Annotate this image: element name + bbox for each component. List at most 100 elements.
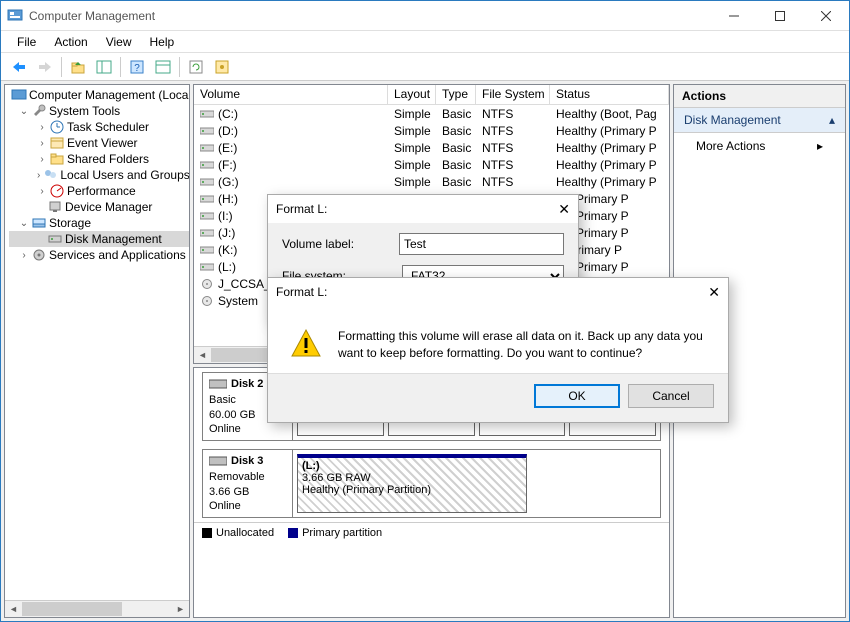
window-title: Computer Management [29, 9, 711, 23]
clock-icon [49, 119, 65, 135]
tree-disk-management[interactable]: Disk Management [9, 231, 189, 247]
disk3-partitions: (L:) 3.66 GB RAW Healthy (Primary Partit… [293, 450, 660, 517]
tree-label: Services and Applications [49, 248, 186, 262]
menu-action[interactable]: Action [46, 33, 95, 51]
col-layout[interactable]: Layout [388, 85, 436, 104]
legend-unallocated: Unallocated [216, 527, 274, 539]
tree-storage[interactable]: ⌄Storage [9, 215, 189, 231]
svg-text:?: ? [134, 63, 140, 74]
window-buttons [711, 1, 849, 30]
confirm-dialog-title[interactable]: Format L: ✕ [268, 278, 728, 306]
close-button[interactable] [803, 1, 849, 30]
actions-more-label: More Actions [696, 139, 765, 153]
disk-icon [47, 231, 63, 247]
tree-local-users[interactable]: › Local Users and Groups [9, 167, 189, 183]
toolbar: ? [1, 53, 849, 81]
chevron-right-icon: ▸ [817, 139, 823, 153]
actions-more[interactable]: More Actions ▸ [674, 133, 845, 159]
disk-icon [209, 455, 227, 467]
table-row[interactable]: (G:)SimpleBasicNTFSHealthy (Primary P [194, 173, 669, 190]
expand-icon[interactable]: › [19, 250, 29, 261]
expand-icon[interactable]: › [37, 186, 47, 197]
nav-tree-panel: Computer Management (Local ⌄ System Tool… [4, 84, 190, 618]
minimize-button[interactable] [711, 1, 757, 30]
partition-l[interactable]: (L:) 3.66 GB RAW Healthy (Primary Partit… [297, 454, 527, 513]
volume-label-lbl: Volume label: [282, 237, 399, 251]
properties-button[interactable] [151, 56, 175, 78]
tree-event-viewer[interactable]: ›Event Viewer [9, 135, 189, 151]
tree-label: System Tools [49, 104, 120, 118]
scroll-right-icon[interactable]: ► [172, 601, 189, 617]
event-icon [49, 135, 65, 151]
refresh-button[interactable] [184, 56, 208, 78]
tree-label: Performance [67, 184, 136, 198]
tree-hscroll[interactable]: ◄ ► [5, 600, 189, 617]
partition-l-size: 3.66 GB RAW [302, 472, 371, 484]
col-volume[interactable]: Volume [194, 85, 388, 104]
close-icon[interactable]: ✕ [708, 284, 720, 301]
disk3-state: Online [209, 499, 286, 513]
forward-button[interactable] [33, 56, 57, 78]
tree-system-tools[interactable]: ⌄ System Tools [9, 103, 189, 119]
back-button[interactable] [7, 56, 31, 78]
services-icon [31, 247, 47, 263]
table-row[interactable]: (E:)SimpleBasicNTFSHealthy (Primary P [194, 139, 669, 156]
cancel-button[interactable]: Cancel [628, 384, 714, 408]
scroll-left-icon[interactable]: ◄ [194, 347, 211, 363]
expand-icon[interactable]: › [37, 154, 47, 165]
tree-device-manager[interactable]: Device Manager [9, 199, 189, 215]
close-icon[interactable]: ✕ [558, 201, 570, 218]
tree-root[interactable]: Computer Management (Local [9, 87, 189, 103]
collapse-icon[interactable]: ⌄ [19, 106, 29, 117]
storage-icon [31, 215, 47, 231]
confirm-dialog-title-text: Format L: [276, 285, 327, 299]
tree-root-label: Computer Management (Local [29, 88, 190, 102]
table-row[interactable]: (F:)SimpleBasicNTFSHealthy (Primary P [194, 156, 669, 173]
table-row[interactable]: (C:)SimpleBasicNTFSHealthy (Boot, Pag [194, 105, 669, 122]
scrollbar-thumb[interactable] [22, 602, 122, 616]
show-hide-tree-button[interactable] [92, 56, 116, 78]
menu-help[interactable]: Help [142, 33, 183, 51]
expand-icon[interactable]: › [37, 170, 40, 181]
tree-performance[interactable]: › Performance [9, 183, 189, 199]
col-status[interactable]: Status [550, 85, 669, 104]
tree-label: Task Scheduler [67, 120, 149, 134]
computer-icon [11, 87, 27, 103]
volume-label-input[interactable] [399, 233, 564, 255]
confirm-dialog: Format L: ✕ Formatting this volume will … [267, 277, 729, 423]
format-dialog-title[interactable]: Format L: ✕ [268, 195, 578, 223]
users-icon [42, 167, 58, 183]
disk-row-disk3[interactable]: Disk 3 Removable 3.66 GB Online (L:) 3.6… [202, 449, 661, 518]
swatch-primary [288, 528, 298, 538]
menu-file[interactable]: File [9, 33, 44, 51]
col-filesystem[interactable]: File System [476, 85, 550, 104]
collapse-icon: ▴ [829, 113, 835, 127]
menu-view[interactable]: View [98, 33, 140, 51]
help-button[interactable]: ? [125, 56, 149, 78]
col-type[interactable]: Type [436, 85, 476, 104]
expand-icon[interactable]: › [37, 138, 47, 149]
disk2-state: Online [209, 422, 286, 436]
partition-l-label: (L:) [302, 460, 320, 472]
scroll-left-icon[interactable]: ◄ [5, 601, 22, 617]
expand-icon[interactable]: › [37, 122, 47, 133]
ok-button[interactable]: OK [534, 384, 620, 408]
maximize-button[interactable] [757, 1, 803, 30]
collapse-icon[interactable]: ⌄ [19, 218, 29, 229]
titlebar: Computer Management [1, 1, 849, 31]
disk3-label: Disk 3 Removable 3.66 GB Online [203, 450, 293, 517]
table-row[interactable]: (D:)SimpleBasicNTFSHealthy (Primary P [194, 122, 669, 139]
settings-button[interactable] [210, 56, 234, 78]
tree-services[interactable]: › Services and Applications [9, 247, 189, 263]
warning-icon [290, 328, 322, 360]
disk-icon [209, 378, 227, 390]
up-button[interactable] [66, 56, 90, 78]
disk2-name: Disk 2 [231, 377, 263, 391]
cancel-button-label: Cancel [652, 389, 689, 403]
actions-section[interactable]: Disk Management ▴ [674, 108, 845, 133]
actions-section-label: Disk Management [684, 113, 781, 127]
tree-label: Local Users and Groups [60, 168, 189, 182]
tree-task-scheduler[interactable]: › Task Scheduler [9, 119, 189, 135]
disk3-size: 3.66 GB [209, 485, 286, 499]
tree-shared-folders[interactable]: ›Shared Folders [9, 151, 189, 167]
